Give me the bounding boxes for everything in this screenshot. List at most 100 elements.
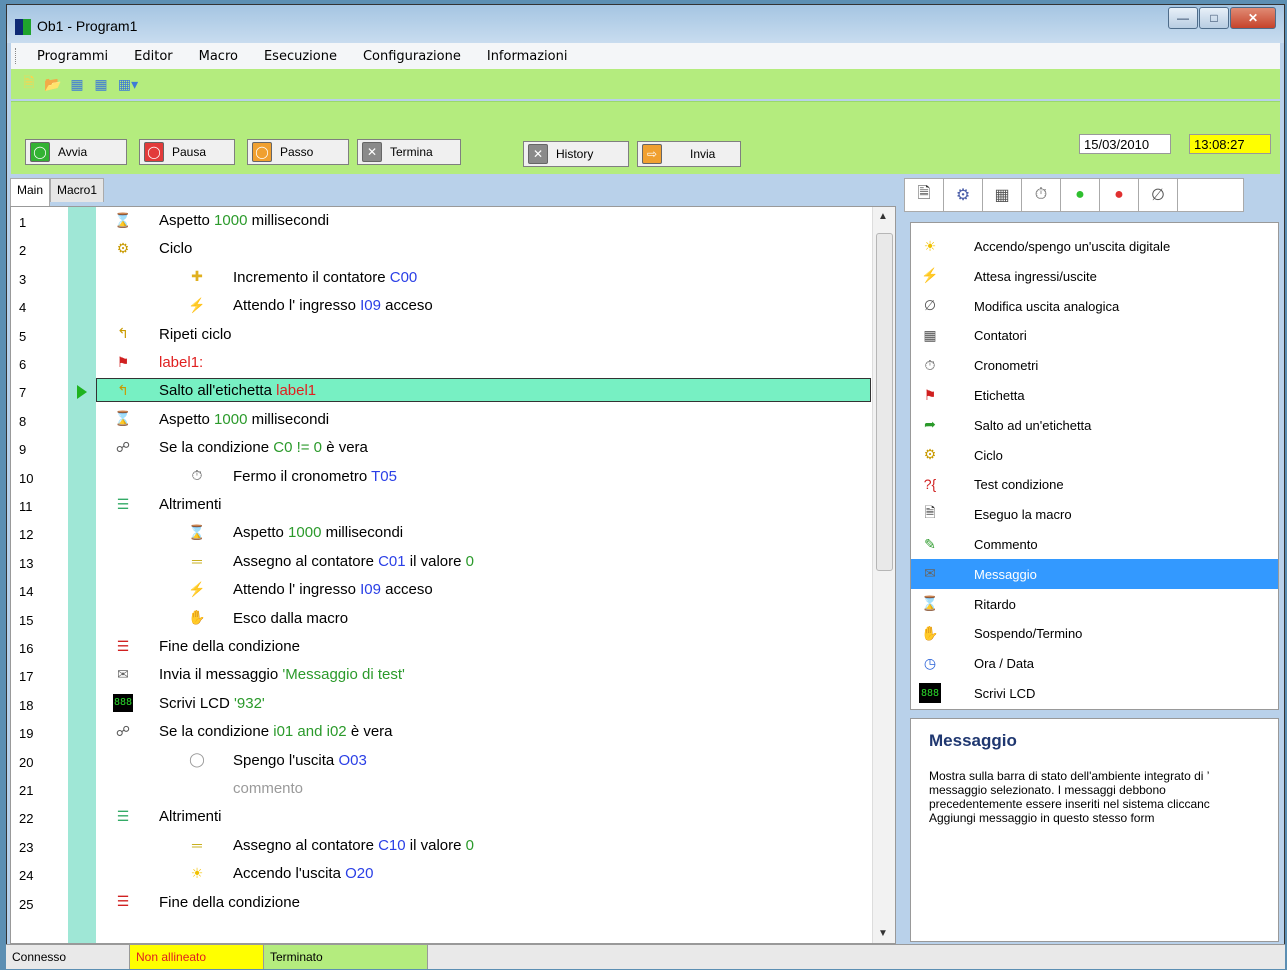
command-label: Accendo/spengo un'uscita digitale (974, 239, 1171, 254)
command-label: Ciclo (974, 447, 1003, 463)
command-label: Salto ad un'etichetta (974, 417, 1092, 433)
command-item[interactable]: ✎ Commento (911, 529, 1278, 559)
tab-red-led[interactable]: ● (1100, 179, 1139, 211)
tab-calculator[interactable]: ▦ (983, 179, 1022, 211)
red-led-icon: ● (1114, 186, 1124, 203)
image-dropdown-button[interactable]: ▦▾ (115, 74, 141, 94)
program-editor[interactable]: 1 ⌛ Aspetto 1000 millisecondi 2 ⚙ Ciclo 3 ✚ Incr… (10, 206, 896, 944)
tab-stopwatch[interactable]: ⏱ (1022, 179, 1061, 211)
program-line[interactable]: 17 ✉ Invia il messaggio 'Messaggio di test… (11, 661, 871, 691)
menu-informazioni[interactable]: Informazioni (474, 49, 581, 64)
history-button[interactable]: ✕ History (523, 141, 629, 167)
command-item[interactable]: ✋ Sospendo/Termino (911, 618, 1278, 648)
scroll-up-icon[interactable]: ▲ (878, 211, 888, 222)
program-line[interactable]: 24 ☀ Accendo l'uscita O20 (11, 860, 871, 890)
menu-macro[interactable]: Macro (186, 49, 251, 64)
tab-green-led[interactable]: ● (1061, 179, 1100, 211)
command-item[interactable]: ⚑ Etichetta (911, 380, 1278, 410)
title-bar[interactable]: Ob1 - Program1 — □ ✕ (7, 5, 1284, 43)
menu-programmi[interactable]: Programmi (24, 49, 121, 64)
image-button[interactable]: ▦ (67, 74, 87, 94)
command-item[interactable]: ☀ Accendo/spengo un'uscita digitale (911, 231, 1278, 261)
invia-button[interactable]: ⇨ Invia (637, 141, 741, 167)
tab-document[interactable]: 🗎 (905, 179, 944, 211)
command-item[interactable]: ◷ Ora / Data (911, 648, 1278, 678)
command-label: Sospendo/Termino (974, 626, 1083, 642)
program-line[interactable]: 25 ☰ Fine della condizione (11, 889, 871, 919)
menu-editor[interactable]: Editor (121, 49, 185, 64)
command-category-tabs: 🗎 ⚙ ▦ ⏱ ● ● ∅ (904, 178, 1244, 212)
program-line[interactable]: 12 ⌛ Aspetto 1000 millisecondi (11, 519, 871, 549)
document-icon: 🗎 (917, 184, 931, 202)
line-text-part: Fine della condizione (159, 638, 300, 655)
open-folder-button[interactable]: 📂 (43, 74, 63, 94)
tab-macro1[interactable]: Macro1 (50, 178, 105, 202)
comment-icon: ✎ (924, 535, 936, 552)
command-item[interactable]: ∅ Modifica uscita analogica (911, 291, 1278, 321)
new-file-button[interactable]: 🗎 (19, 74, 39, 94)
command-item[interactable]: ✉ Messaggio (911, 558, 1278, 589)
menu-configurazione[interactable]: Configurazione (350, 49, 474, 64)
program-line[interactable]: 8 ⌛ Aspetto 1000 millisecondi (11, 406, 871, 436)
program-line[interactable]: 15 ✋ Esco dalla macro (11, 605, 871, 635)
command-item[interactable]: ▦ Contatori (911, 320, 1278, 350)
program-line[interactable]: 7 ↰ Salto all'etichetta label1 (11, 377, 871, 407)
program-line[interactable]: 11 ☰ Altrimenti (11, 491, 871, 521)
program-line[interactable]: 21 commento (11, 775, 871, 805)
avvia-button[interactable]: ◯ Avvia (25, 139, 127, 165)
program-line[interactable]: 9 ☍ Se la condizione C0 != 0 è vera (11, 434, 871, 464)
program-line[interactable]: 13 ═ Assegno al contatore C01 il valore 0 (11, 548, 871, 578)
maximize-button[interactable]: □ (1199, 7, 1229, 29)
program-line[interactable]: 20 ◯ Spengo l'uscita O03 (11, 747, 871, 777)
image-button-2[interactable]: ▦ (91, 74, 111, 94)
line-number: 3 (19, 271, 27, 287)
program-line[interactable]: 10 ⏱ Fermo il cronometro T05 (11, 463, 871, 493)
tab-main[interactable]: Main (10, 178, 51, 206)
program-line[interactable]: 14 ⚡ Attendo l' ingresso I09 acceso (11, 576, 871, 606)
tab-analog[interactable]: ∅ (1139, 179, 1178, 211)
end-condition-icon: ☰ (116, 893, 130, 910)
command-item[interactable]: ⚡ Attesa ingressi/uscite (911, 261, 1278, 291)
program-line[interactable]: 4 ⚡ Attendo l' ingresso I09 acceso (11, 292, 871, 322)
command-item[interactable]: ⌛ Ritardo (911, 589, 1278, 619)
description-title: Messaggio (929, 731, 1017, 750)
line-text-part: Se la condizione (159, 439, 274, 457)
program-line[interactable]: 1 ⌛ Aspetto 1000 millisecondi (11, 207, 871, 237)
scroll-down-icon[interactable]: ▼ (878, 928, 888, 939)
minimize-icon: — (1177, 11, 1189, 25)
program-line[interactable]: 23 ═ Assegno al contatore C10 il valore 0 (11, 832, 871, 862)
minimize-button[interactable]: — (1168, 7, 1198, 29)
command-label: Modifica uscita analogica (974, 298, 1120, 314)
gear-icon: ⚙ (955, 187, 971, 204)
editor-scrollbar[interactable]: ▲ ▼ (872, 207, 895, 943)
menu-esecuzione[interactable]: Esecuzione (251, 49, 350, 64)
close-button[interactable]: ✕ (1230, 7, 1276, 29)
bulb-icon: ☀ (923, 237, 937, 254)
command-item[interactable]: ⚙ Ciclo (911, 440, 1278, 470)
command-item[interactable]: ?{Test condizione (911, 469, 1278, 499)
editor-tabs: Main Macro1 (10, 178, 105, 206)
line-number: 10 (19, 470, 34, 486)
passo-button[interactable]: ◯ Passo (247, 139, 349, 165)
program-line[interactable]: 22 ☰ Altrimenti (11, 803, 871, 833)
program-line[interactable]: 18 888 Scrivi LCD '932' (11, 690, 871, 720)
program-line[interactable]: 5 ↰ Ripeti ciclo (11, 321, 871, 351)
command-label: Eseguo la macro (974, 507, 1072, 523)
command-item[interactable]: 🗎 Eseguo la macro (911, 499, 1278, 529)
program-line[interactable]: 2 ⚙ Ciclo (11, 235, 871, 265)
command-item[interactable]: ⏱ Cronometri (911, 350, 1278, 380)
program-line[interactable]: 19 ☍ Se la condizione i01 and i02 è vera (11, 718, 871, 748)
program-line[interactable]: 6 ⚑ label1: (11, 349, 871, 379)
program-line[interactable]: 3 ✚ Incremento il contatore C00 (11, 264, 871, 294)
scroll-thumb[interactable] (876, 233, 893, 571)
command-item[interactable]: 888 Scrivi LCD (911, 678, 1278, 708)
tab-gear[interactable]: ⚙ (944, 179, 983, 211)
command-item[interactable]: ➦ Salto ad un'etichetta (911, 410, 1278, 440)
line-number: 14 (19, 584, 34, 600)
program-line[interactable]: 16 ☰ Fine della condizione (11, 633, 871, 663)
termina-button[interactable]: ✕ Termina (357, 139, 461, 165)
line-text: Ripeti ciclo (159, 326, 232, 343)
line-text: Incremento il contatore C00 (233, 269, 417, 286)
pausa-button[interactable]: ◯ Pausa (139, 139, 235, 165)
line-text-part: è vera (322, 439, 368, 457)
